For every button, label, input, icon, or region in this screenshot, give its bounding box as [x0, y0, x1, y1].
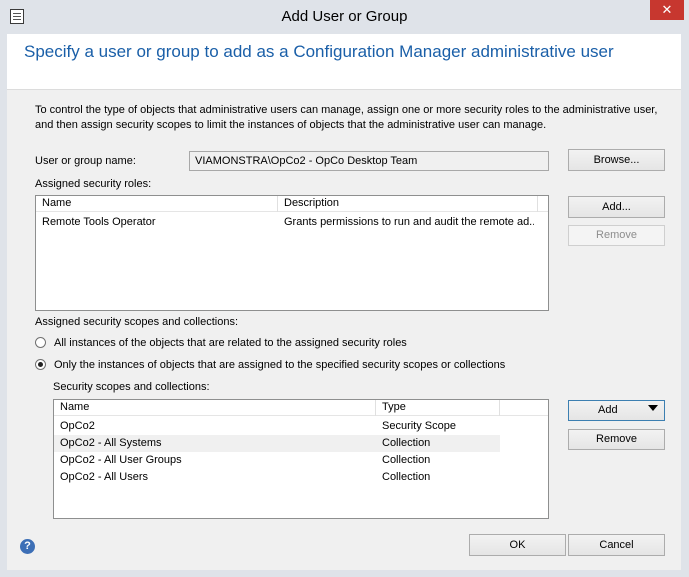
table-row[interactable]: OpCo2 - All User Groups Collection	[54, 452, 500, 469]
scopes-list-label: Security scopes and collections:	[53, 381, 210, 393]
scope-name-cell: OpCo2	[60, 420, 95, 432]
scope-type-cell: Collection	[382, 471, 431, 483]
table-row[interactable]: OpCo2 Security Scope	[54, 418, 500, 435]
title-bar[interactable]: Add User or Group ✕	[0, 0, 689, 34]
dialog-window: Add User or Group ✕ Specify a user or gr…	[0, 0, 689, 577]
radio-only-instances-label[interactable]: Only the instances of objects that are a…	[54, 359, 505, 371]
scope-name-cell: OpCo2 - All User Groups	[60, 454, 182, 466]
scope-type-cell: Collection	[382, 437, 431, 449]
ok-button[interactable]: OK	[469, 534, 566, 556]
intro-text: To control the type of objects that admi…	[35, 104, 658, 131]
table-row[interactable]: Remote Tools Operator Grants permissions…	[36, 214, 548, 231]
scopes-column-name[interactable]: Name	[54, 400, 376, 416]
browse-button[interactable]: Browse...	[568, 149, 665, 171]
role-name-cell: Remote Tools Operator	[42, 216, 156, 228]
dialog-content: Specify a user or group to add as a Conf…	[7, 34, 681, 570]
security-roles-list[interactable]: Name Description Remote Tools Operator G…	[35, 195, 549, 311]
scope-type-cell: Security Scope	[382, 420, 456, 432]
role-description-cell: Grants permissions to run and audit the …	[284, 216, 534, 228]
user-name-field[interactable]: VIAMONSTRA\OpCo2 - OpCo Desktop Team	[189, 151, 549, 171]
help-icon[interactable]: ?	[20, 539, 35, 554]
header-band: Specify a user or group to add as a Conf…	[7, 34, 681, 90]
roles-column-name[interactable]: Name	[36, 196, 278, 212]
scopes-list-header: Name Type	[54, 400, 548, 416]
add-scope-split-button[interactable]: Add	[568, 400, 665, 421]
remove-scope-button[interactable]: Remove	[568, 429, 665, 450]
page-heading: Specify a user or group to add as a Conf…	[24, 42, 614, 61]
scope-name-cell: OpCo2 - All Systems	[60, 437, 162, 449]
scopes-column-type[interactable]: Type	[376, 400, 500, 416]
remove-role-button[interactable]: Remove	[568, 225, 665, 246]
cancel-button[interactable]: Cancel	[568, 534, 665, 556]
add-scope-label: Add	[598, 404, 618, 416]
scope-type-cell: Collection	[382, 454, 431, 466]
scope-name-cell: OpCo2 - All Users	[60, 471, 149, 483]
add-role-button[interactable]: Add...	[568, 196, 665, 218]
radio-selected-dot	[38, 362, 43, 367]
security-scopes-label: Assigned security scopes and collections…	[35, 316, 238, 328]
roles-list-header: Name Description	[36, 196, 548, 212]
table-row[interactable]: OpCo2 - All Users Collection	[54, 469, 500, 486]
roles-column-description[interactable]: Description	[278, 196, 538, 212]
chevron-down-icon[interactable]	[648, 405, 658, 411]
scopes-list[interactable]: Name Type OpCo2 Security Scope OpCo2 - A…	[53, 399, 549, 519]
close-button[interactable]: ✕	[650, 0, 684, 20]
radio-all-instances[interactable]	[35, 337, 46, 348]
radio-only-instances[interactable]	[35, 359, 46, 370]
user-name-label: User or group name:	[35, 155, 136, 167]
table-row[interactable]: OpCo2 - All Systems Collection	[54, 435, 500, 452]
security-roles-label: Assigned security roles:	[35, 178, 152, 190]
radio-all-instances-label[interactable]: All instances of the objects that are re…	[54, 337, 407, 349]
window-title: Add User or Group	[281, 8, 408, 25]
